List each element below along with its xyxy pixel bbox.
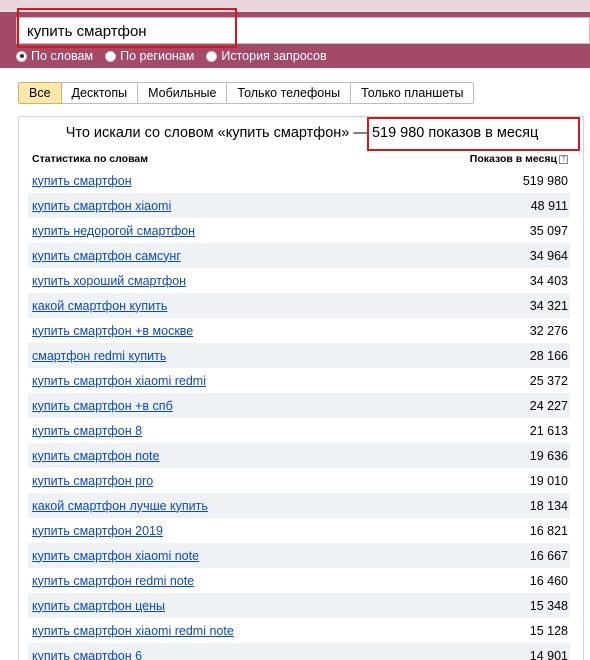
impressions-count: 16 821 — [529, 523, 568, 538]
keyword-link[interactable]: купить смартфон самсунг — [32, 249, 181, 263]
impressions-count: 24 227 — [529, 398, 568, 413]
keyword-link[interactable]: купить смартфон цены — [32, 599, 165, 613]
table-row: купить смартфон цены 15 348 — [28, 593, 570, 618]
tab-tablets-only[interactable]: Только планшеты — [351, 82, 475, 104]
impressions-count: 19 010 — [529, 473, 568, 488]
impressions-count: 15 128 — [529, 623, 568, 638]
impressions-count: 18 134 — [529, 498, 568, 513]
impressions-count: 15 348 — [529, 598, 568, 613]
impressions-count: 519 980 — [522, 173, 568, 188]
column-header-count-label: Показов в месяц — [469, 153, 557, 165]
table-row: купить смартфон 6 14 901 — [28, 643, 570, 660]
impressions-count: 34 403 — [529, 273, 568, 288]
impressions-count: 19 636 — [529, 448, 568, 463]
impressions-count: 34 964 — [529, 248, 568, 263]
table-row: купить смартфон xiaomi note 16 667 — [28, 543, 570, 568]
table-row: купить смартфон xiaomi redmi 25 372 — [28, 368, 570, 393]
summary-count: 519 980 показов в месяц — [371, 125, 539, 141]
radio-by-regions[interactable]: По регионам — [105, 49, 194, 63]
table-row: купить смартфон xiaomi 48 911 — [28, 193, 570, 218]
table-row: купить смартфон xiaomi redmi note 15 128 — [28, 618, 570, 643]
table-row: купить смартфон 519 980 — [28, 168, 570, 193]
impressions-count: 48 911 — [530, 198, 568, 213]
table-row: какой смартфон купить 34 321 — [28, 293, 570, 318]
tab-desktops[interactable]: Десктопы — [61, 82, 139, 104]
tab-mobile[interactable]: Мобильные — [138, 82, 228, 104]
column-header-count: Показов в месяц ? — [440, 153, 568, 165]
radio-label: По регионам — [120, 49, 195, 63]
radio-label: По словам — [31, 49, 94, 63]
impressions-count: 21 613 — [529, 423, 568, 438]
table-row: купить смартфон 8 21 613 — [28, 418, 570, 443]
table-row: купить недорогой смартфон 35 097 — [28, 218, 570, 243]
impressions-count: 16 667 — [529, 548, 568, 563]
column-header-phrase: Статистика по словам — [32, 153, 148, 165]
search-header: По словам По регионам История запросов — [0, 0, 590, 68]
keyword-link[interactable]: купить смартфон — [32, 174, 132, 188]
impressions-count: 34 321 — [529, 298, 568, 313]
table-row: купить смартфон +в москве 32 276 — [28, 318, 570, 343]
table-row: купить смартфон 2019 16 821 — [28, 518, 570, 543]
keyword-table: купить смартфон 519 980 купить смартфон xi… — [28, 168, 570, 660]
keyword-link[interactable]: купить смартфон xiaomi redmi — [32, 374, 206, 388]
impressions-count: 28 166 — [529, 348, 568, 363]
keyword-link[interactable]: купить смартфон 2019 — [32, 524, 163, 538]
table-row: какой смартфон лучше купить 18 134 — [28, 493, 570, 518]
table-row: купить смартфон note 19 636 — [28, 443, 570, 468]
keyword-link[interactable]: купить хороший смартфон — [32, 274, 186, 288]
table-row: смартфон redmi купить 28 166 — [28, 343, 570, 368]
radio-dot-icon[interactable] — [105, 50, 117, 62]
radio-query-history[interactable]: История запросов — [206, 49, 327, 63]
keyword-link[interactable]: купить смартфон +в москве — [32, 324, 193, 338]
impressions-count: 14 901 — [529, 648, 568, 660]
keyword-link[interactable]: купить недорогой смартфон — [32, 224, 195, 238]
keyword-link[interactable]: купить смартфон xiaomi redmi note — [32, 624, 234, 638]
search-input[interactable] — [27, 21, 567, 41]
impressions-count: 35 097 — [529, 223, 568, 238]
search-box[interactable] — [16, 17, 590, 44]
table-row: купить смартфон pro 19 010 — [28, 468, 570, 493]
search-mode-radios: По словам По регионам История запросов — [16, 48, 339, 64]
header-top-strip — [0, 0, 590, 12]
keyword-link[interactable]: какой смартфон купить — [32, 299, 167, 313]
radio-by-words[interactable]: По словам — [16, 49, 93, 63]
tab-phones-only[interactable]: Только телефоны — [227, 82, 352, 104]
impressions-count: 32 276 — [529, 323, 568, 338]
keyword-link[interactable]: купить смартфон redmi note — [32, 574, 194, 588]
impressions-count: 16 460 — [529, 573, 568, 588]
impressions-count: 25 372 — [529, 373, 568, 388]
keyword-link[interactable]: купить смартфон xiaomi note — [32, 549, 199, 563]
table-row: купить смартфон +в спб 24 227 — [28, 393, 570, 418]
keyword-link[interactable]: какой смартфон лучше купить — [32, 499, 208, 513]
summary-prefix: Что искали со словом «купить смартфон» — — [65, 125, 368, 141]
radio-dot-icon[interactable] — [206, 50, 218, 62]
radio-label: История запросов — [221, 49, 327, 63]
keyword-link[interactable]: купить смартфон 8 — [32, 424, 142, 438]
keyword-link[interactable]: купить смартфон +в спб — [32, 399, 173, 413]
device-tabs: Все Десктопы Мобильные Только телефоны Т… — [18, 82, 475, 104]
keyword-link[interactable]: купить смартфон pro — [32, 474, 153, 488]
keyword-link[interactable]: смартфон redmi купить — [32, 349, 166, 363]
table-row: купить смартфон redmi note 16 460 — [28, 568, 570, 593]
keyword-link[interactable]: купить смартфон note — [32, 449, 159, 463]
help-icon[interactable]: ? — [559, 154, 568, 164]
keyword-link[interactable]: купить смартфон 6 — [32, 649, 142, 660]
tab-all[interactable]: Все — [18, 82, 62, 104]
table-row: купить смартфон самсунг 34 964 — [28, 243, 570, 268]
results-summary: Что искали со словом «купить смартфон» —… — [19, 125, 585, 141]
keyword-link[interactable]: купить смартфон xiaomi — [32, 199, 171, 213]
radio-dot-icon[interactable] — [16, 50, 27, 62]
table-row: купить хороший смартфон 34 403 — [28, 268, 570, 293]
